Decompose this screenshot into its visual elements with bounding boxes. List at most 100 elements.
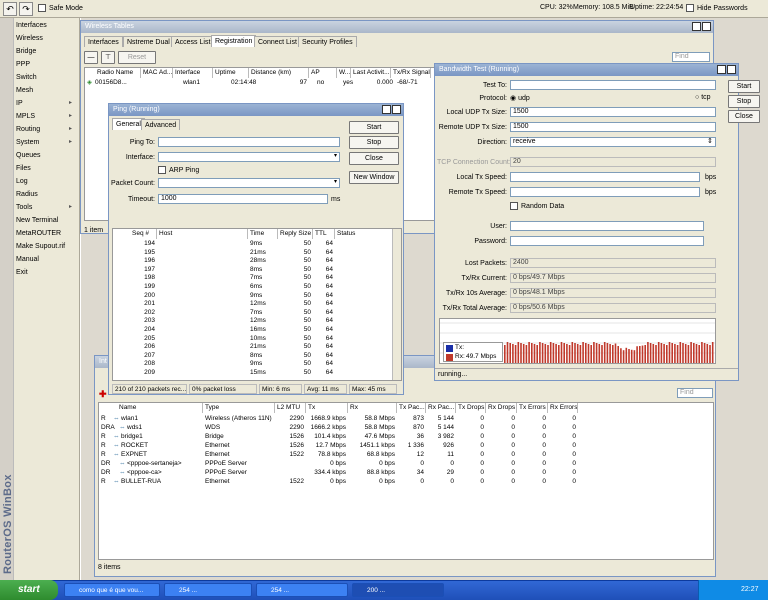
remove-icon[interactable]: ✚	[99, 389, 107, 400]
sidebar-item-ppp[interactable]: PPP	[16, 58, 80, 71]
user-input[interactable]	[510, 221, 704, 231]
table-row[interactable]: 200 9ms 50 64	[113, 292, 401, 301]
tab-advanced[interactable]: Advanced	[141, 119, 181, 130]
table-row[interactable]: R ⇔ BULLET-RUA Ethernet 1522 0 bps 0 bps 0 0 0 0 0 0	[99, 477, 713, 486]
column-header[interactable]: Radio Name	[95, 68, 141, 78]
interfaces-find-input[interactable]: Find	[677, 388, 713, 398]
reset-button[interactable]: Reset	[118, 51, 156, 64]
sidebar-item-wireless[interactable]: Wireless	[16, 32, 80, 45]
column-header[interactable]: Tx Errors	[517, 403, 548, 413]
table-row[interactable]: 194 9ms 50 64	[113, 240, 401, 249]
sidebar-item-make-supout-rif[interactable]: Make Supout.rif	[16, 240, 80, 253]
close-button[interactable]: Close	[349, 152, 399, 165]
table-row[interactable]: 201 12ms 50 64	[113, 300, 401, 309]
random-data-toggle[interactable]: Random Data	[510, 202, 564, 210]
column-header[interactable]: Status	[335, 229, 393, 239]
column-header[interactable]: W...	[337, 68, 351, 78]
direction-select[interactable]: receive	[510, 137, 716, 147]
task-winbox-2[interactable]: 254 ...	[256, 583, 348, 597]
safe-mode-checkbox[interactable]	[38, 4, 46, 13]
arp-ping-checkbox[interactable]	[158, 166, 166, 174]
column-header[interactable]: Tx Drops	[456, 403, 486, 413]
start-button[interactable]: start	[0, 580, 58, 600]
tcp-connection-input[interactable]: 20	[510, 157, 716, 167]
column-header[interactable]: Rx Errors	[548, 403, 578, 413]
column-header[interactable]: Host	[157, 229, 248, 239]
table-row[interactable]: 202 7ms 50 64	[113, 309, 401, 318]
task-winbox-3[interactable]: 200 ...	[352, 583, 444, 597]
table-row[interactable]: 206 21ms 50 64	[113, 343, 401, 352]
column-header[interactable]: Type	[203, 403, 275, 413]
sidebar-item-mesh[interactable]: Mesh	[16, 84, 80, 97]
column-header[interactable]: Tx Pac...	[397, 403, 426, 413]
udp-radio[interactable]: ◉ udp	[510, 94, 530, 102]
tab-access-list[interactable]: Access List	[171, 36, 215, 47]
table-row[interactable]: 205 10ms 50 64	[113, 335, 401, 344]
sidebar-item-mpls[interactable]: MPLS ▸	[16, 110, 80, 123]
table-row[interactable]: 195 21ms 50 64	[113, 249, 401, 258]
restore-icon[interactable]	[717, 65, 726, 74]
packet-count-input[interactable]: ▾	[158, 178, 340, 188]
sidebar-item-switch[interactable]: Switch	[16, 71, 80, 84]
table-row[interactable]: 196 28ms 50 64	[113, 257, 401, 266]
hide-passwords-toggle[interactable]: Hide Passwords	[686, 4, 748, 12]
stop-button[interactable]: Stop	[349, 136, 399, 149]
table-row[interactable]: DR ⇔ <pppoe-ca> PPPoE Server 334.4 kbps 88.8 …	[99, 468, 713, 477]
tab-interfaces[interactable]: Interfaces	[84, 36, 123, 47]
tab-security-profiles[interactable]: Security Profiles	[298, 36, 357, 47]
close-icon[interactable]	[727, 65, 736, 74]
safe-mode-toggle[interactable]: Safe Mode	[38, 3, 83, 15]
sidebar-item-manual[interactable]: Manual	[16, 253, 80, 266]
table-row[interactable]: DRA ⇔ wds1 WDS 2290 1666.2 kbps 58.8 Mbps 870 5 …	[99, 423, 713, 432]
column-header[interactable]: Tx	[306, 403, 348, 413]
sidebar-item-tools[interactable]: Tools ▸	[16, 201, 80, 214]
close-icon[interactable]	[392, 105, 401, 114]
start-button[interactable]: Start	[349, 121, 399, 134]
column-header[interactable]: TTL	[313, 229, 335, 239]
interface-select[interactable]: ▾	[158, 152, 340, 162]
redo-icon[interactable]: ↷	[19, 2, 33, 16]
column-header[interactable]: Seq #	[130, 229, 157, 239]
sidebar-item-files[interactable]: Files	[16, 162, 80, 175]
column-header[interactable]: L2 MTU	[275, 403, 306, 413]
filter-icon[interactable]: ⊤	[101, 51, 115, 64]
sidebar-item-new-terminal[interactable]: New Terminal	[16, 214, 80, 227]
sidebar-item-ip[interactable]: IP ▸	[16, 97, 80, 110]
task-browser[interactable]: como que é que vou...	[64, 583, 160, 597]
local-udp-input[interactable]: 1500	[510, 107, 716, 117]
restore-icon[interactable]	[382, 105, 391, 114]
column-header[interactable]: Interface	[173, 68, 213, 78]
remote-udp-input[interactable]: 1500	[510, 122, 716, 132]
column-header[interactable]: Distance (km)	[249, 68, 309, 78]
column-header[interactable]: AP	[309, 68, 337, 78]
table-row[interactable]: 203 12ms 50 64	[113, 317, 401, 326]
column-header[interactable]: Rx Pac...	[426, 403, 456, 413]
column-header[interactable]: Reply Size	[278, 229, 313, 239]
add-icon[interactable]: —	[84, 51, 98, 64]
column-header[interactable]: Time	[248, 229, 278, 239]
bw-start-button[interactable]: Start	[728, 80, 760, 93]
tab-general[interactable]: General	[112, 118, 145, 130]
table-row[interactable]: 208 9ms 50 64	[113, 360, 401, 369]
sidebar-item-queues[interactable]: Queues	[16, 149, 80, 162]
sidebar-item-bridge[interactable]: Bridge	[16, 45, 80, 58]
random-data-checkbox[interactable]	[510, 202, 518, 210]
new-window-button[interactable]: New Window	[349, 171, 399, 184]
sidebar-item-radius[interactable]: Radius	[16, 188, 80, 201]
column-header[interactable]: Uptime	[213, 68, 249, 78]
table-row[interactable]: R ⇔ ROCKET Ethernet 1526 12.7 Mbps 1451.1 kbps…	[99, 441, 713, 450]
column-header[interactable]: Rx Drops	[486, 403, 517, 413]
tab-nstreme-dual[interactable]: Nstreme Dual	[123, 36, 174, 47]
hide-passwords-checkbox[interactable]	[686, 4, 694, 12]
test-to-input[interactable]	[510, 80, 716, 90]
find-input[interactable]: Find	[672, 52, 710, 62]
tab-registration[interactable]: Registration	[211, 35, 257, 47]
local-speed-input[interactable]	[510, 172, 700, 182]
table-row[interactable]: R ⇔ wlan1 Wireless (Atheros 11N) 2290 1668.9 …	[99, 414, 713, 423]
table-row[interactable]: 198 7ms 50 64	[113, 274, 401, 283]
sidebar-item-exit[interactable]: Exit	[16, 266, 80, 279]
column-header[interactable]: Last Activit...	[351, 68, 391, 78]
table-row[interactable]: R ⇔ bridge1 Bridge 1526 101.4 kbps 47.6 Mbps 36…	[99, 432, 713, 441]
column-header[interactable]: Name	[117, 403, 203, 413]
undo-icon[interactable]: ↶	[3, 2, 17, 16]
